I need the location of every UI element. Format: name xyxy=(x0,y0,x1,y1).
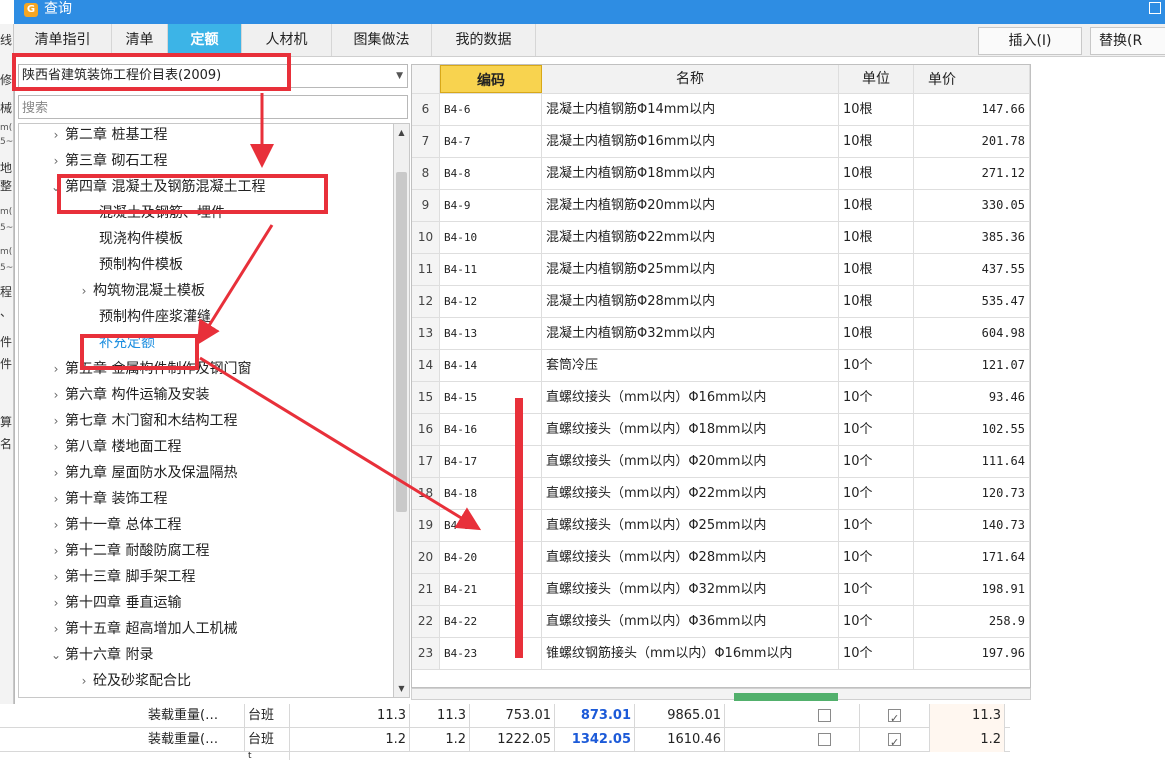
arrow-supplement-to-table xyxy=(199,356,482,531)
annotation-arrows xyxy=(196,93,523,658)
arrow-chapter-to-supplement xyxy=(196,224,274,346)
annotation-vertical-bar xyxy=(515,398,523,658)
